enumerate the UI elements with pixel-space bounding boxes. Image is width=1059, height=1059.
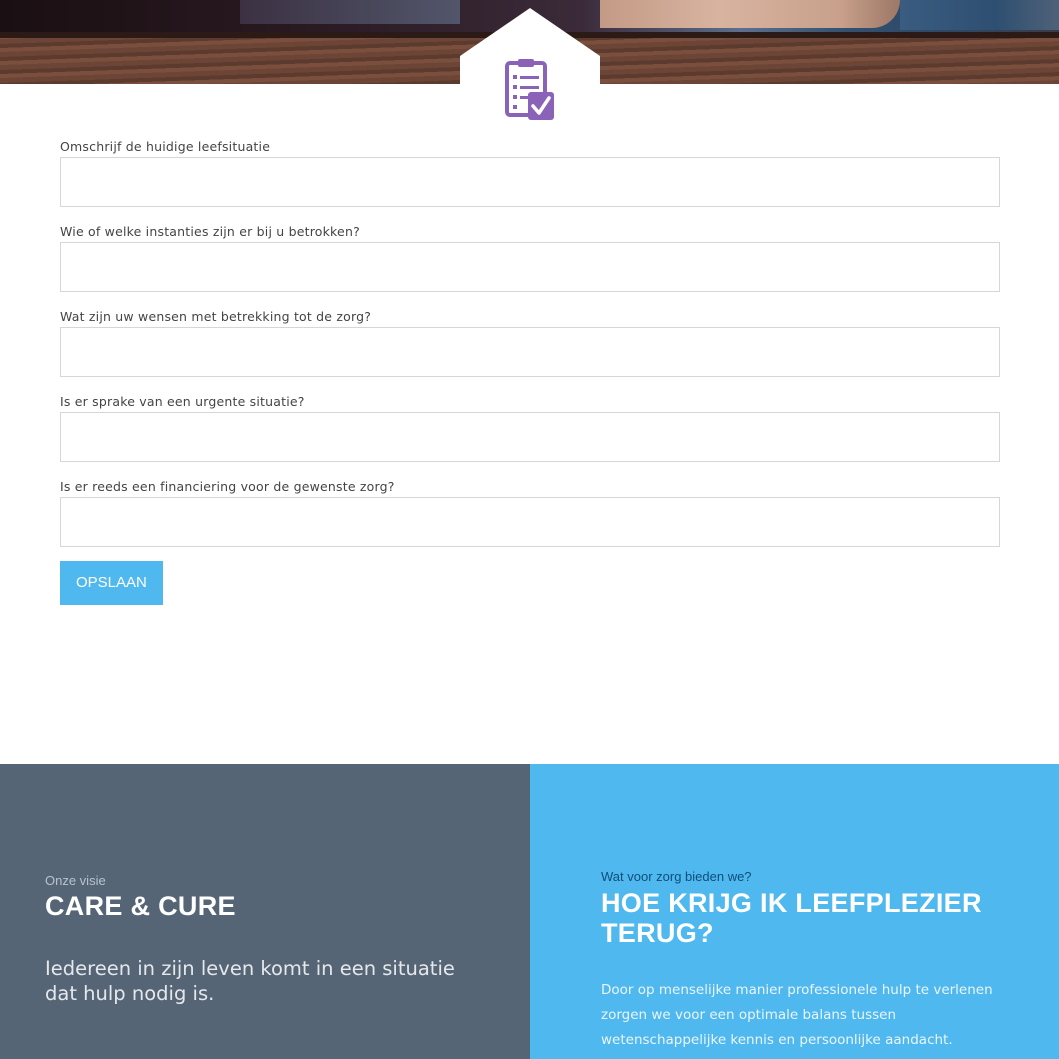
- zorg-kicker: Wat voor zorg bieden we?: [601, 869, 752, 884]
- instanties-input[interactable]: [60, 242, 1000, 292]
- clipboard-check-icon: [505, 59, 554, 120]
- field-wensen: Wat zijn uw wensen met betrekking tot de…: [60, 306, 1000, 377]
- zorg-body: Door op menselijke manier professionele …: [601, 982, 993, 1048]
- visie-panel: Onze visie CARE & CURE Iedereen in zijn …: [0, 764, 530, 1059]
- care-request-form: Omschrijf de huidige leefsituatie Wie of…: [60, 136, 1000, 605]
- field-urgentie: Is er sprake van een urgente situatie?: [60, 391, 1000, 462]
- leefsituatie-input[interactable]: [60, 157, 1000, 207]
- field-instanties: Wie of welke instanties zijn er bij u be…: [60, 221, 1000, 292]
- financiering-input[interactable]: [60, 497, 1000, 547]
- zorg-panel: Wat voor zorg bieden we? HOE KRIJG IK LE…: [530, 764, 1059, 1059]
- field-label: Wie of welke instanties zijn er bij u be…: [60, 224, 360, 239]
- field-leefsituatie: Omschrijf de huidige leefsituatie: [60, 136, 1000, 207]
- wensen-input[interactable]: [60, 327, 1000, 377]
- hero-fabric-left: [240, 0, 460, 24]
- field-label: Omschrijf de huidige leefsituatie: [60, 139, 271, 154]
- save-button[interactable]: OPSLAAN: [60, 561, 163, 605]
- field-label: Is er sprake van een urgente situatie?: [60, 394, 305, 409]
- zorg-title: HOE KRIJG IK LEEFPLEZIER TERUG?: [601, 888, 982, 948]
- field-label: Is er reeds een financiering voor de gew…: [60, 479, 395, 494]
- urgentie-input[interactable]: [60, 412, 1000, 462]
- visie-title: CARE & CURE: [45, 891, 236, 921]
- visie-kicker: Onze visie: [45, 873, 106, 888]
- hero-fabric-right: [900, 0, 1059, 30]
- field-financiering: Is er reeds een financiering voor de gew…: [60, 476, 1000, 547]
- field-label: Wat zijn uw wensen met betrekking tot de…: [60, 309, 372, 324]
- visie-lead: Iedereen in zijn leven komt in een situa…: [45, 957, 455, 1005]
- hero-arm: [600, 0, 900, 28]
